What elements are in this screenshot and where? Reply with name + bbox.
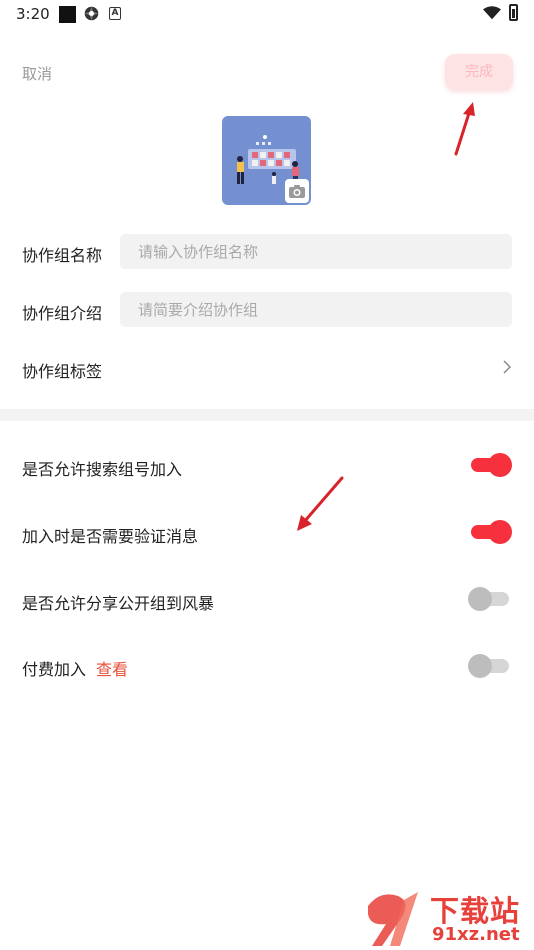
group-intro-input[interactable] <box>120 292 512 327</box>
notification-square-icon <box>59 6 76 23</box>
change-cover-button[interactable] <box>285 179 309 203</box>
camera-icon <box>289 185 305 198</box>
toggle-share-storm[interactable] <box>468 586 512 612</box>
setting-label-paid-join: 付费加入 <box>22 660 87 679</box>
section-divider <box>0 409 534 421</box>
watermark: 下载站 91xz.net <box>360 886 534 950</box>
status-time: 3:20 <box>16 5 50 23</box>
watermark-logo <box>368 892 418 946</box>
toggle-verify-message[interactable] <box>468 519 512 545</box>
toggle-search-join[interactable] <box>468 452 512 478</box>
group-intro-label: 协作组介绍 <box>22 304 103 323</box>
view-link[interactable]: 查看 <box>96 656 128 680</box>
battery-icon <box>509 4 518 21</box>
wifi-icon <box>483 6 501 20</box>
group-name-label: 协作组名称 <box>22 246 103 265</box>
group-tags-label: 协作组标签 <box>22 362 103 381</box>
group-tags-row[interactable]: 协作组标签 <box>0 345 534 391</box>
setting-label-verify-message: 加入时是否需要验证消息 <box>22 527 199 546</box>
watermark-url: 91xz.net <box>432 924 520 945</box>
annotation-arrow-icon <box>297 476 344 531</box>
setting-label-share-storm: 是否允许分享公开组到风暴 <box>22 594 215 613</box>
setting-label-search-join: 是否允许搜索组号加入 <box>22 460 183 479</box>
group-cover-image[interactable] <box>222 116 311 205</box>
done-button[interactable]: 完成 <box>445 54 513 90</box>
group-name-input[interactable] <box>120 234 512 269</box>
gear-icon <box>84 6 99 21</box>
cancel-button[interactable]: 取消 <box>22 63 52 84</box>
chevron-right-icon <box>503 360 512 374</box>
toggle-paid-join[interactable] <box>468 653 512 679</box>
status-bar: 3:20 A <box>0 0 534 28</box>
a-badge-icon: A <box>109 7 121 20</box>
annotation-arrow-icon <box>454 102 475 156</box>
